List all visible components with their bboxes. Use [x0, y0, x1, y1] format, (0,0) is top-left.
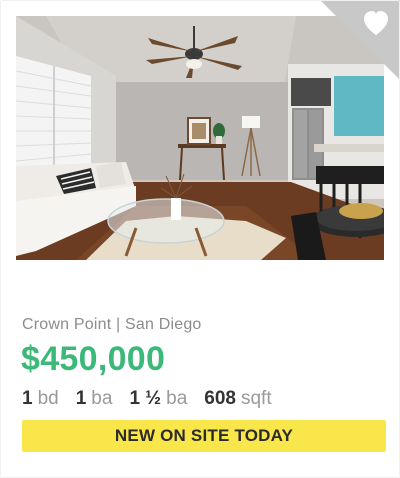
sqft-unit: sqft — [240, 388, 272, 409]
half-baths-value: 1 ½ — [129, 388, 162, 409]
listing-stats: 1 bd 1 ba 1 ½ ba 608 sqft — [22, 388, 289, 410]
baths-stat: 1 ba — [76, 388, 113, 410]
listing-location: Crown Point | San Diego — [22, 316, 202, 333]
baths-unit: ba — [91, 388, 113, 409]
sqft-stat: 608 sqft — [204, 388, 271, 410]
sqft-value: 608 — [204, 388, 236, 409]
half-baths-stat: 1 ½ ba — [129, 388, 187, 410]
new-listing-badge: NEW ON SITE TODAY — [22, 420, 386, 452]
half-baths-unit: ba — [166, 388, 188, 409]
beds-stat: 1 bd — [22, 388, 59, 410]
beds-value: 1 — [22, 388, 33, 409]
baths-value: 1 — [75, 388, 87, 409]
listing-card[interactable]: Crown Point | San Diego $450,000 1 bd 1 … — [0, 0, 400, 478]
favorite-button[interactable] — [320, 0, 400, 80]
listing-price: $450,000 — [21, 340, 166, 378]
beds-unit: bd — [37, 388, 59, 409]
